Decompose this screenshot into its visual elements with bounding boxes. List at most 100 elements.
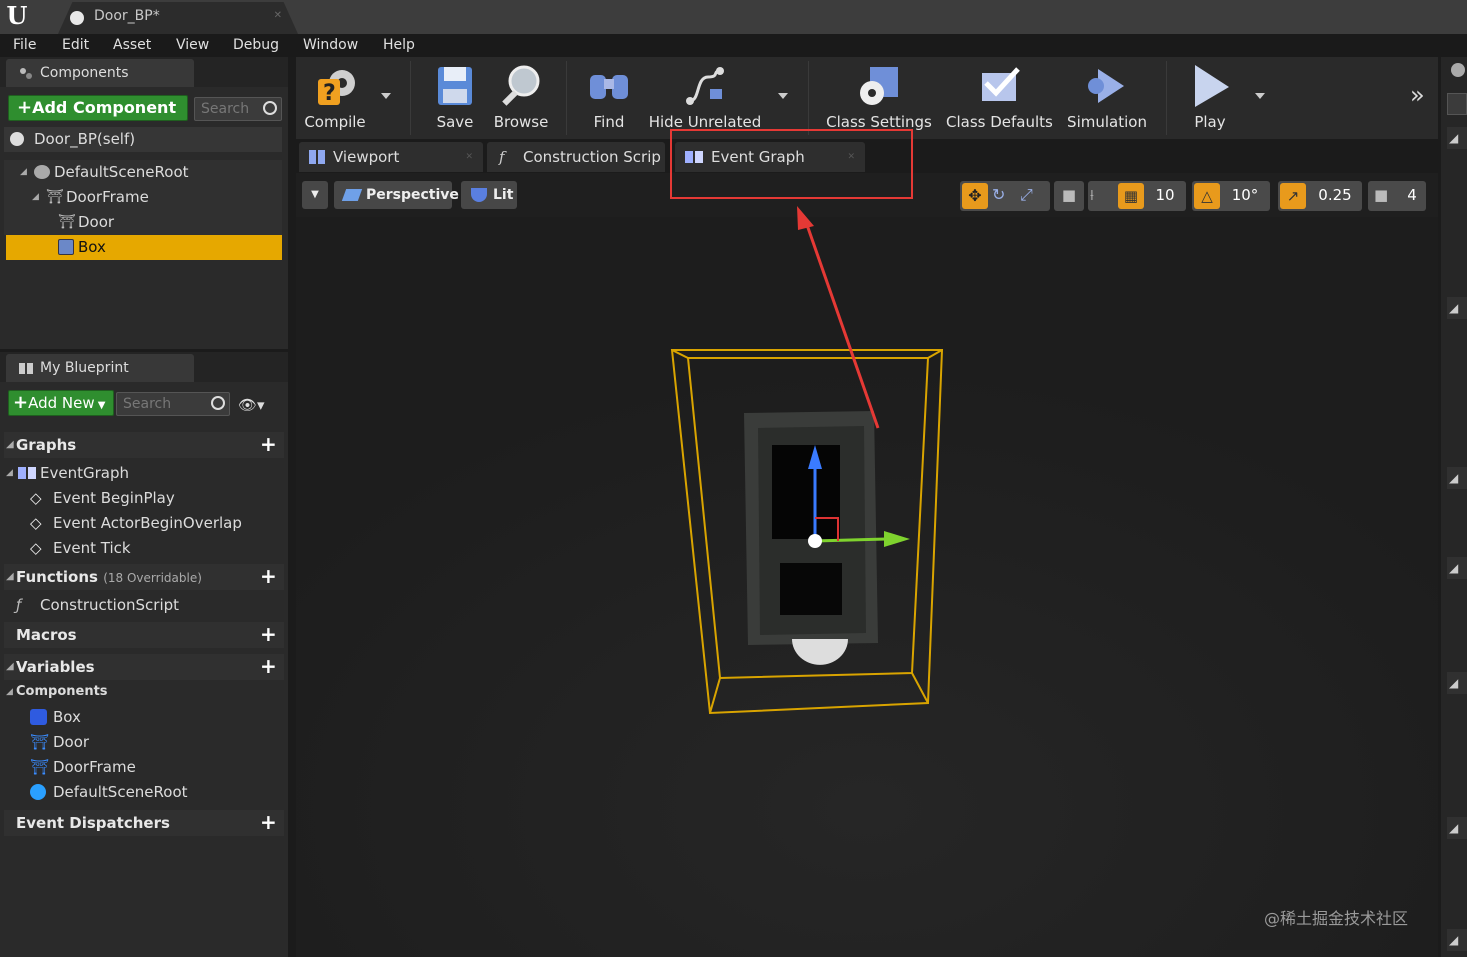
add-variable-plus-icon[interactable]: +	[260, 656, 277, 676]
box-variable-icon	[30, 709, 47, 725]
scene-canvas	[296, 217, 1438, 957]
menu-window[interactable]: Window	[303, 34, 358, 57]
components-category[interactable]: ◢ Components	[4, 682, 108, 702]
event-item[interactable]: ◇ Event Tick	[30, 536, 131, 561]
collapse-triangle-icon: ◢	[6, 439, 14, 450]
variable-item[interactable]: Box	[30, 705, 81, 730]
add-new-label: Add New	[28, 394, 95, 412]
tree-item-defaultsceneroot[interactable]: ◢ DefaultSceneRoot	[4, 160, 282, 185]
search-icon	[263, 101, 277, 115]
tree-item-doorframe[interactable]: ◢ ⛩ DoorFrame	[4, 185, 282, 210]
components-tab[interactable]: Components	[6, 59, 194, 87]
class-defaults-icon	[982, 67, 1020, 101]
mesh-variable-icon: ⛩	[30, 758, 50, 776]
static-mesh-icon: ⛩	[46, 189, 64, 205]
plus-icon: +	[13, 392, 29, 413]
add-component-label: Add Component	[32, 98, 177, 117]
blueprint-search-input[interactable]: Search	[116, 392, 230, 416]
event-item[interactable]: ◇ Event ActorBeginOverlap	[30, 511, 242, 536]
menu-asset[interactable]: Asset	[113, 34, 151, 57]
add-macro-plus-icon[interactable]: +	[260, 624, 277, 644]
play-options-chevron-icon[interactable]	[1255, 93, 1265, 99]
compile-options-chevron-icon[interactable]	[381, 93, 391, 99]
browse-button[interactable]: Browse	[488, 57, 554, 137]
add-component-button[interactable]: +Add Component ▼	[8, 95, 188, 143]
variables-section-header[interactable]: ◢ Variables +	[4, 654, 284, 680]
close-tab-icon[interactable]: ✕	[465, 142, 473, 172]
viewport-panel[interactable]: ▼ Perspective Lit ✥ ↻ ⤢ ■ ⟊ ▦ 10 △ 10° ↗…	[296, 173, 1438, 957]
save-button[interactable]: Save	[422, 57, 488, 137]
add-dispatcher-plus-icon[interactable]: +	[260, 812, 277, 832]
collapse-triangle-icon: ◢	[6, 571, 14, 582]
variable-label: DefaultSceneRoot	[53, 783, 188, 801]
macros-section-header[interactable]: Macros +	[4, 622, 284, 648]
add-graph-plus-icon[interactable]: +	[260, 434, 277, 454]
find-label: Find	[593, 113, 625, 131]
find-button[interactable]: Find	[576, 57, 642, 137]
close-tab-icon[interactable]: ✕	[274, 2, 282, 30]
event-item[interactable]: ◇ Event BeginPlay	[30, 486, 175, 511]
class-settings-button[interactable]: Class Settings	[826, 57, 932, 137]
variable-label: Door	[53, 733, 90, 751]
blueprint-icon	[70, 11, 84, 25]
add-new-button[interactable]: +Add New ▼	[8, 390, 114, 416]
tree-item-box-selected[interactable]: Box	[6, 235, 282, 260]
play-button[interactable]: Play	[1178, 57, 1242, 137]
variable-item[interactable]: ⛩ DoorFrame	[30, 755, 136, 780]
graphs-section-header[interactable]: ◢ Graphs +	[4, 432, 284, 458]
details-search-input[interactable]	[1447, 93, 1467, 115]
tree-item-door[interactable]: ⛩ Door	[4, 210, 282, 235]
tab-construction-label: Construction Scrip	[523, 148, 661, 166]
menu-help[interactable]: Help	[383, 34, 415, 57]
browse-label: Browse	[493, 113, 549, 131]
svg-text:?: ?	[323, 81, 336, 106]
self-row[interactable]: Door_BP(self)	[4, 127, 282, 152]
hide-unrelated-button[interactable]: Hide Unrelated	[646, 57, 764, 137]
eventgraph-item[interactable]: ◢ EventGraph	[4, 461, 129, 486]
tab-viewport[interactable]: Viewport ✕	[299, 142, 483, 172]
variable-item[interactable]: DefaultSceneRoot	[30, 780, 188, 805]
toolbar-separator	[566, 61, 567, 135]
tab-construction-script[interactable]: f Construction Scrip	[487, 142, 665, 172]
functions-section-header[interactable]: ◢ Functions (18 Overridable) +	[4, 564, 284, 590]
my-blueprint-panel: My Blueprint +Add New ▼ Search 👁▾ ◢ Grap…	[0, 352, 288, 957]
compile-button[interactable]: ? Compile	[300, 57, 370, 137]
construction-script-item[interactable]: ƒ ConstructionScript	[16, 593, 179, 618]
dispatchers-header-label: Event Dispatchers	[16, 814, 170, 832]
function-icon: f	[499, 148, 505, 166]
simulation-button[interactable]: Simulation	[1062, 57, 1152, 137]
details-section-collapse-icon[interactable]: ◢	[1447, 557, 1467, 579]
eye-visibility-icon[interactable]: 👁▾	[238, 396, 265, 414]
save-icon	[438, 67, 472, 105]
toolbar-overflow-icon[interactable]: »	[1410, 81, 1425, 109]
simulation-icon	[1088, 69, 1124, 103]
tree-label: Box	[78, 238, 106, 256]
details-section-collapse-icon[interactable]: ◢	[1447, 672, 1467, 694]
collapse-triangle-icon: ◢	[6, 661, 14, 672]
info-icon[interactable]	[1451, 63, 1465, 77]
details-section-collapse-icon[interactable]: ◢	[1447, 817, 1467, 839]
toolbar-separator	[410, 61, 411, 135]
add-function-plus-icon[interactable]: +	[260, 566, 277, 586]
my-blueprint-tab[interactable]: My Blueprint	[6, 354, 194, 382]
blueprint-self-icon	[10, 132, 24, 146]
variable-item[interactable]: ⛩ Door	[30, 730, 89, 755]
viewport-icon	[309, 150, 325, 164]
event-diamond-icon: ◇	[30, 489, 42, 507]
menu-file[interactable]: File	[13, 34, 36, 57]
functions-header-label: Functions	[16, 568, 98, 586]
components-search-input[interactable]: Search	[194, 97, 282, 121]
details-section-collapse-icon[interactable]: ◢	[1447, 929, 1467, 951]
details-section-collapse-icon[interactable]: ◢	[1447, 467, 1467, 489]
details-section-collapse-icon[interactable]: ◢	[1447, 127, 1467, 149]
menu-edit[interactable]: Edit	[62, 34, 89, 57]
class-defaults-button[interactable]: Class Defaults	[946, 57, 1053, 137]
document-tab-door-bp[interactable]: Door_BP* ✕	[58, 2, 298, 34]
compile-label: Compile	[304, 113, 366, 131]
hide-unrelated-chevron-icon[interactable]	[778, 93, 788, 99]
binoculars-icon	[590, 75, 628, 99]
menu-debug[interactable]: Debug	[233, 34, 279, 57]
dispatchers-section-header[interactable]: Event Dispatchers +	[4, 810, 284, 836]
menu-view[interactable]: View	[176, 34, 209, 57]
details-section-collapse-icon[interactable]: ◢	[1447, 297, 1467, 319]
